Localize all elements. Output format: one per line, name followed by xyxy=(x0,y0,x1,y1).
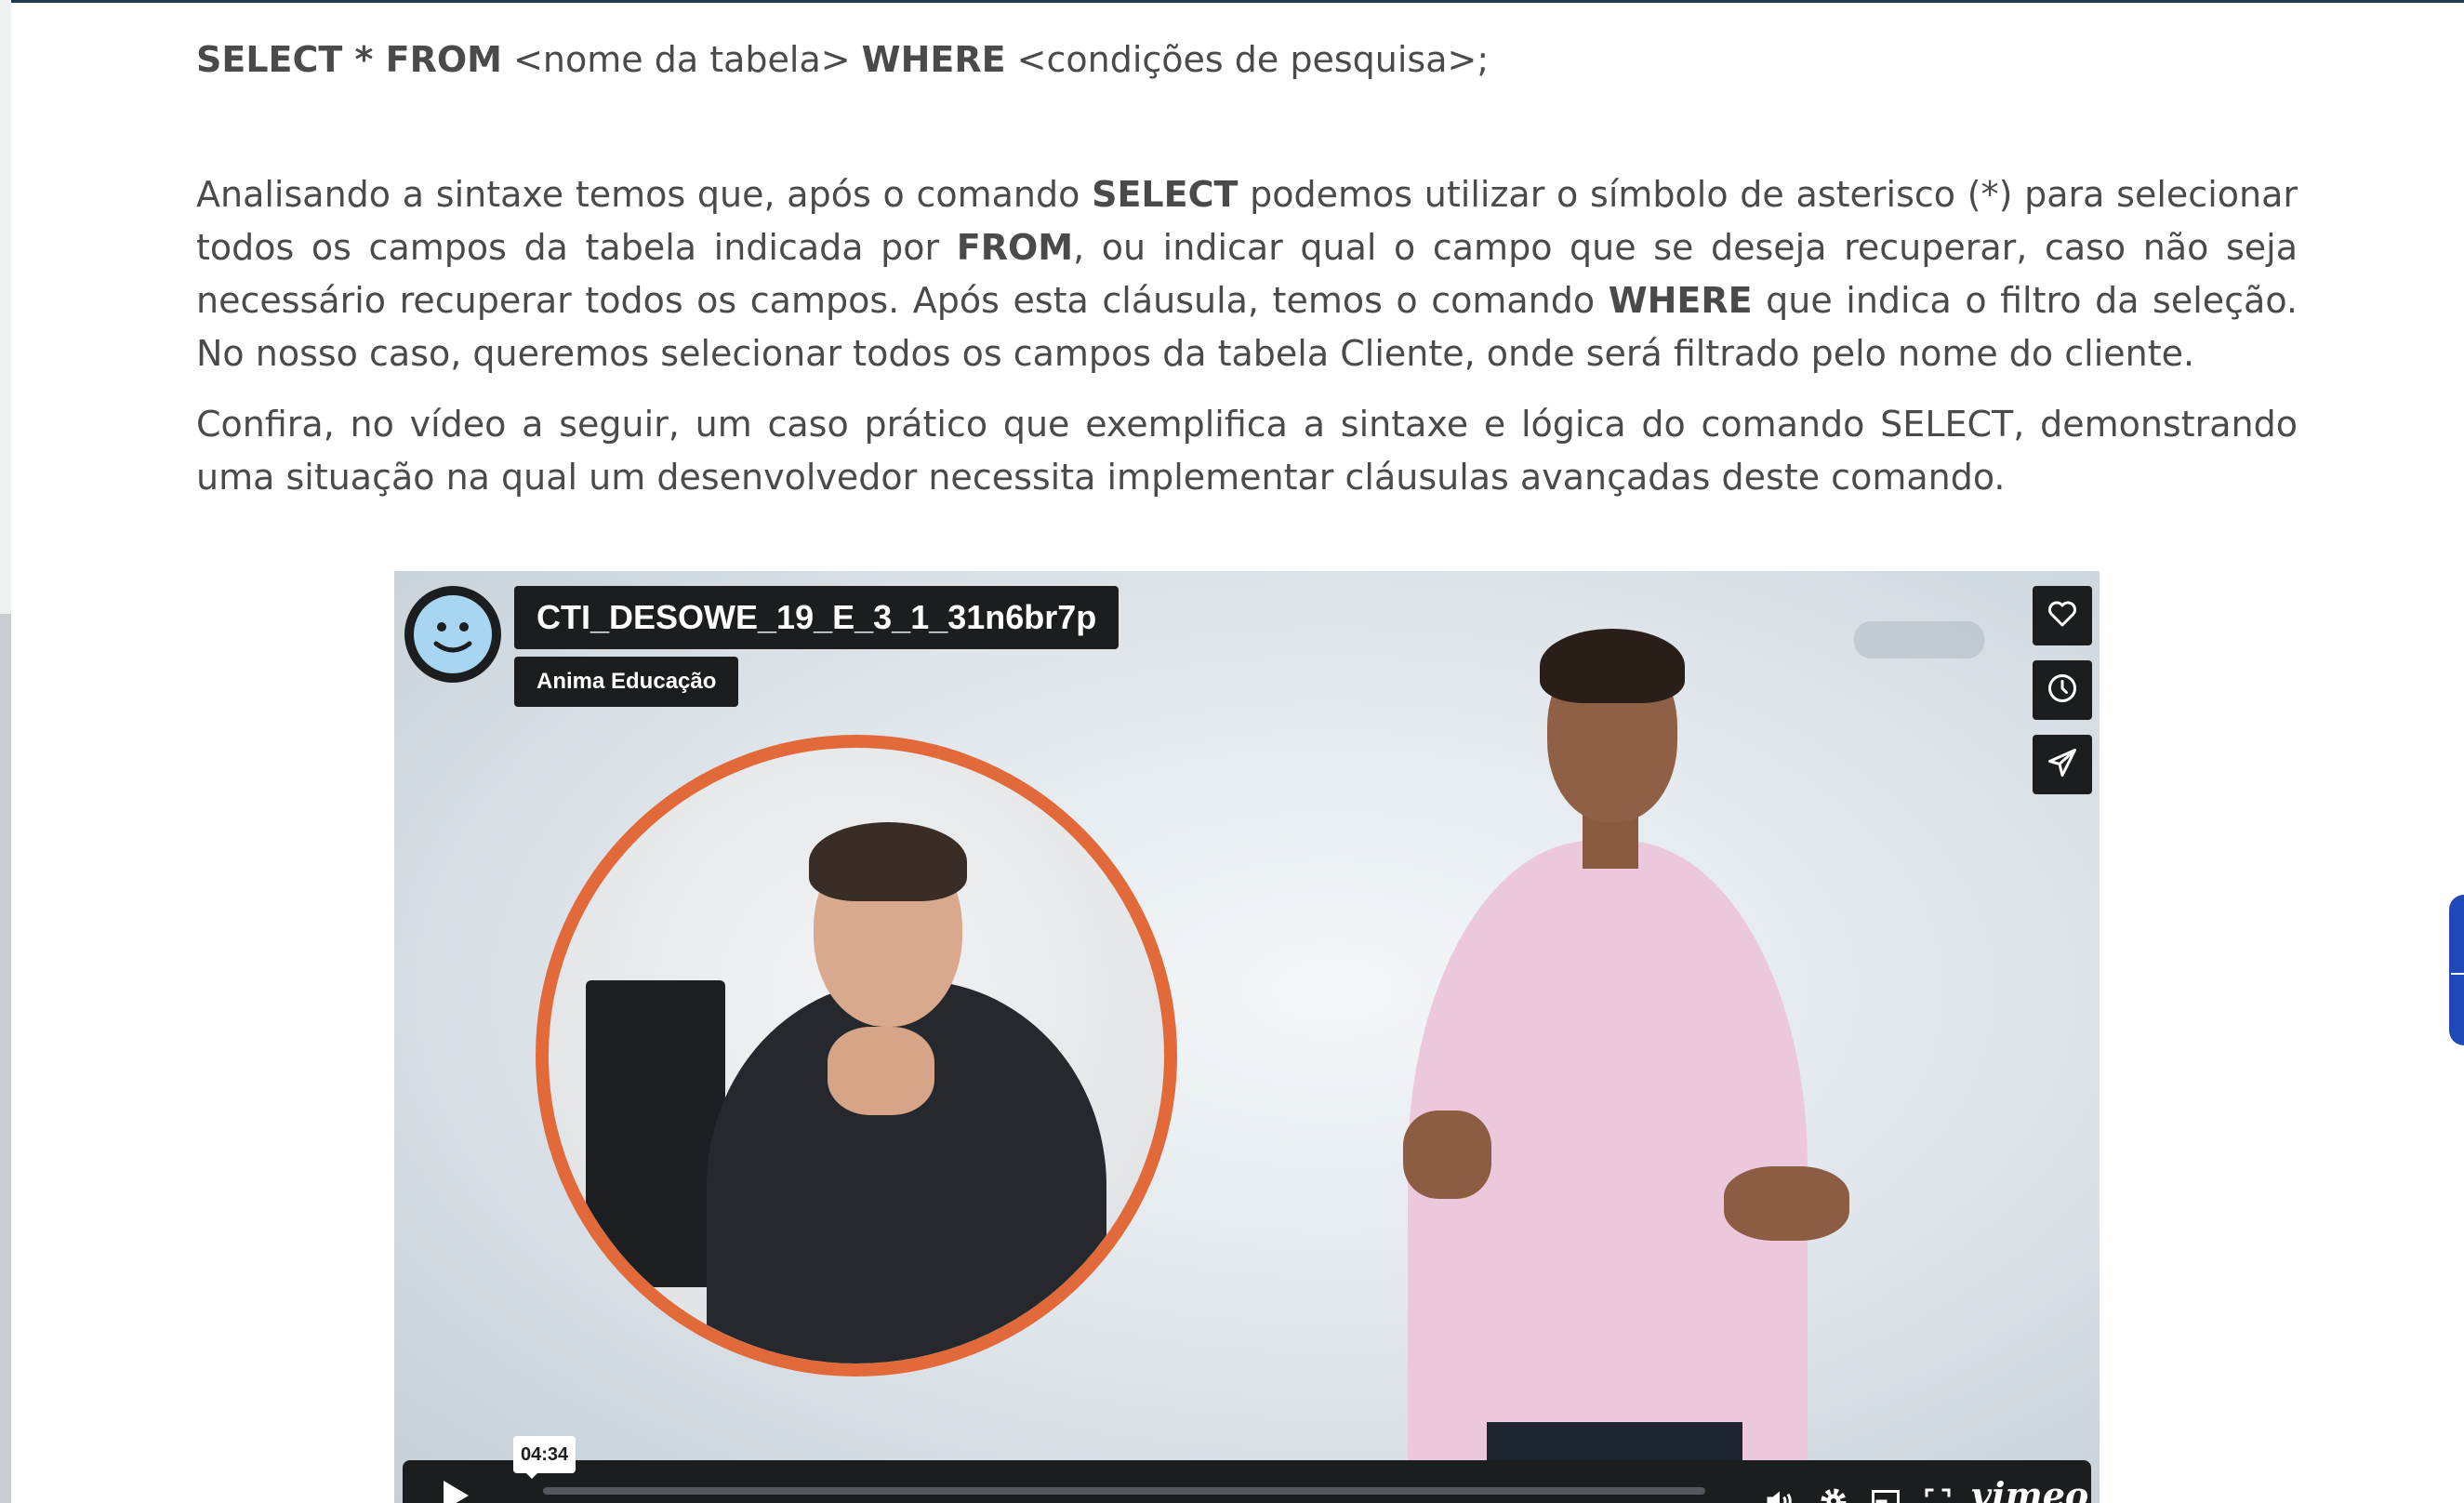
paragraph-video-intro: Confira, no vídeo a seguir, um caso prát… xyxy=(196,404,2298,498)
vimeo-logo[interactable]: vimeo xyxy=(1971,1475,2088,1503)
progress-bar[interactable] xyxy=(543,1487,1705,1495)
video-player[interactable]: CTI_DESOWE_19_E_3_1_31n6br7p Anima Educa… xyxy=(394,571,2100,1503)
keyword-where: WHERE xyxy=(1608,280,1753,321)
play-icon xyxy=(440,1478,471,1503)
scrollbar-thumb[interactable] xyxy=(0,614,11,1503)
fullscreen-button[interactable] xyxy=(1919,1484,1956,1503)
heart-icon xyxy=(2046,597,2079,634)
volume-icon xyxy=(1763,1484,1796,1503)
thumbnail-person-hand xyxy=(828,1027,934,1115)
avatar-face-icon xyxy=(409,591,497,678)
gear-icon xyxy=(1817,1484,1850,1503)
thumbnail-person-hair xyxy=(809,822,967,901)
sql-syntax-line: SELECT * FROM <nome da tabela> WHERE <co… xyxy=(196,33,2298,86)
table-placeholder: <nome da tabela> xyxy=(501,39,862,80)
scrollbar-track[interactable] xyxy=(0,0,11,1503)
conditions-placeholder: <condições de pesquisa>; xyxy=(1005,39,1490,80)
text-segment: Analisando a sintaxe temos que, após o c… xyxy=(196,174,1093,215)
side-panel-tab[interactable] xyxy=(2449,895,2464,1045)
volume-button[interactable] xyxy=(1761,1484,1798,1503)
play-button[interactable] xyxy=(404,1460,507,1503)
thumbnail-monitor xyxy=(586,980,725,1287)
presenter-hand-right xyxy=(1724,1166,1849,1241)
picture-in-picture-button[interactable] xyxy=(1867,1484,1904,1503)
watch-later-button[interactable] xyxy=(2033,660,2092,720)
top-border xyxy=(0,0,2464,3)
keyword-from: FROM xyxy=(956,227,1074,268)
fullscreen-icon xyxy=(1921,1484,1954,1503)
paragraph-syntax-analysis: Analisando a sintaxe temos que, após o c… xyxy=(196,168,2298,380)
channel-avatar[interactable] xyxy=(404,586,501,683)
keyword-select-from: SELECT * FROM xyxy=(196,39,502,80)
time-tooltip: 04:34 xyxy=(513,1436,576,1473)
side-panel-tab-divider xyxy=(2451,973,2464,975)
time-tooltip-arrow xyxy=(524,1471,539,1479)
article-content: SELECT * FROM <nome da tabela> WHERE <co… xyxy=(196,33,2298,504)
keyword-select: SELECT xyxy=(1092,174,1239,215)
video-watermark xyxy=(1854,621,1984,658)
keyword-where: WHERE xyxy=(861,39,1006,80)
video-title[interactable]: CTI_DESOWE_19_E_3_1_31n6br7p xyxy=(514,586,1119,649)
presenter-hair xyxy=(1540,629,1685,703)
clock-icon xyxy=(2046,672,2079,709)
like-button[interactable] xyxy=(2033,586,2092,645)
video-thumbnail-circle-inset xyxy=(536,735,1177,1377)
settings-button[interactable] xyxy=(1815,1484,1852,1503)
channel-name[interactable]: Anima Educação xyxy=(514,657,739,707)
picture-in-picture-icon xyxy=(1869,1484,1902,1503)
send-icon xyxy=(2046,746,2079,783)
presenter-hand-left xyxy=(1403,1111,1491,1199)
share-button[interactable] xyxy=(2033,735,2092,794)
